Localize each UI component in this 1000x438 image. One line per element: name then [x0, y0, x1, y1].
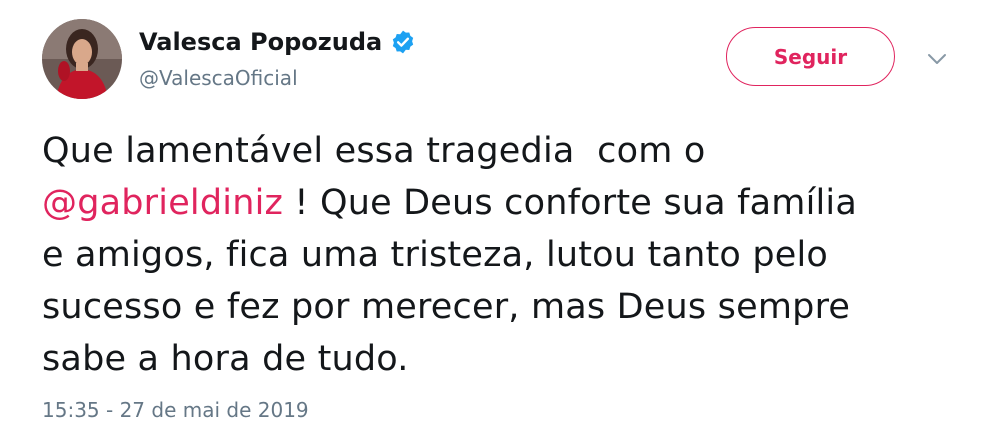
tweet-line-2: @gabrieldiniz ! Que Deus conforte sua fa…: [42, 177, 982, 229]
tweet-line-5: sabe a hora de tudo.: [42, 339, 409, 379]
tweet-line-1: Que lamentável essa tragedia com o: [42, 131, 706, 171]
verified-badge-icon: [393, 30, 414, 54]
tweet-text: Que lamentável essa tragedia com o @gabr…: [42, 125, 982, 385]
tweet-line-2-text: ! Que Deus conforte sua família: [283, 183, 857, 223]
tweet-timestamp[interactable]: 15:35 - 27 de mai de 2019: [42, 398, 309, 422]
mention-link[interactable]: @gabrieldiniz: [42, 183, 283, 223]
tweet-line-4: sucesso e fez por merecer, mas Deus semp…: [42, 287, 851, 327]
avatar-image: [42, 19, 122, 99]
chevron-down-icon[interactable]: [926, 50, 948, 68]
avatar[interactable]: [42, 19, 122, 99]
tweet-card: Valesca Popozuda @ValescaOficial Seguir …: [0, 0, 1000, 438]
display-name-text: Valesca Popozuda: [139, 28, 383, 56]
display-name[interactable]: Valesca Popozuda: [139, 28, 416, 56]
user-handle[interactable]: @ValescaOficial: [139, 66, 298, 90]
follow-button[interactable]: Seguir: [726, 27, 895, 86]
tweet-line-3: e amigos, fica uma tristeza, lutou tanto…: [42, 235, 829, 275]
